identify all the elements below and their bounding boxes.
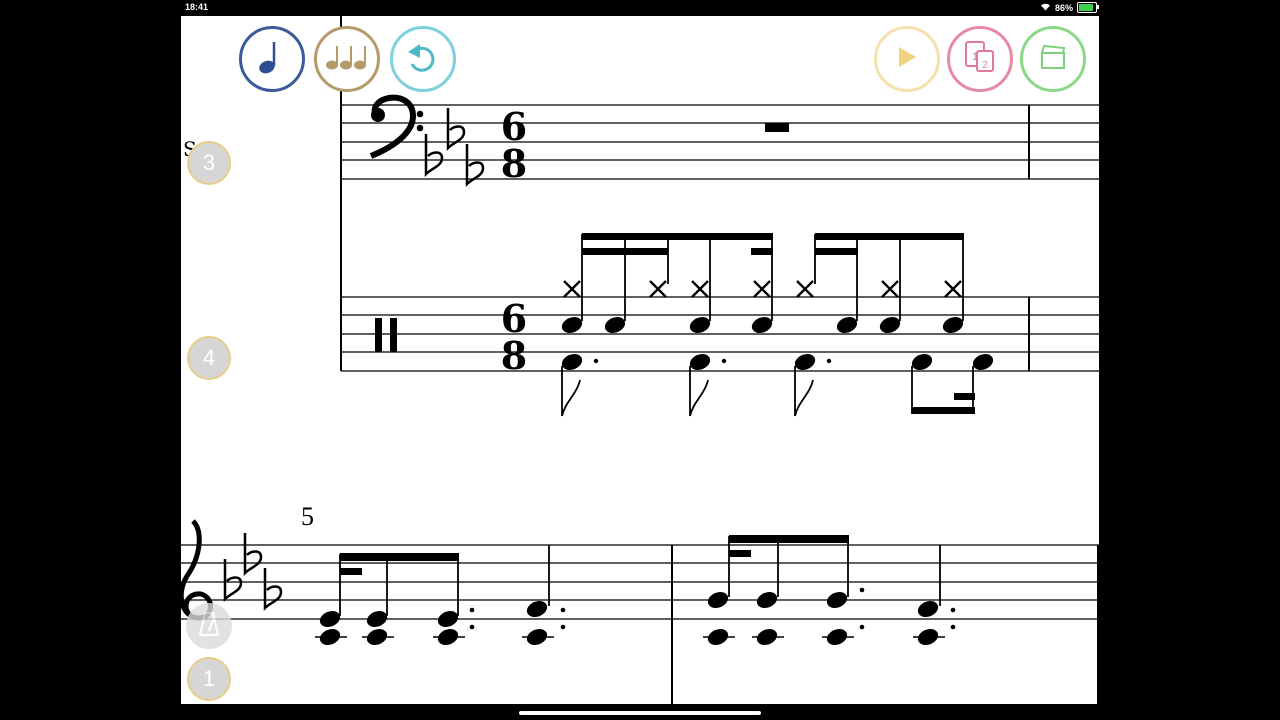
measure-b-notes[interactable] xyxy=(703,535,956,648)
system-2: 5 xyxy=(181,502,1099,704)
staff-button-label: 4 xyxy=(202,345,216,370)
time-signature-drum: 6 8 xyxy=(501,296,527,378)
clapper-button[interactable] xyxy=(1020,26,1086,92)
bass-clef-icon xyxy=(369,94,424,159)
home-indicator[interactable] xyxy=(519,711,761,715)
bass-staff[interactable]: 6 8 xyxy=(341,94,1099,186)
note-input-button[interactable] xyxy=(239,26,305,92)
staff-button-label: 1 xyxy=(202,666,216,691)
battery-percent: 86% xyxy=(1054,2,1073,13)
status-time: 18:41 xyxy=(185,2,209,12)
metronome-icon xyxy=(198,611,220,641)
drum-upper-voice[interactable] xyxy=(559,233,966,336)
pages-icon: 1 2 xyxy=(963,39,997,79)
play-icon xyxy=(896,45,918,73)
treble-staff[interactable] xyxy=(181,519,1099,704)
wifi-icon xyxy=(1040,2,1051,13)
pages-button[interactable]: 1 2 xyxy=(947,26,1013,92)
undo-arrow-icon xyxy=(406,42,440,76)
metronome-button[interactable] xyxy=(186,603,232,649)
key-signature-treble xyxy=(223,531,283,610)
svg-text:8: 8 xyxy=(501,141,527,186)
play-button[interactable] xyxy=(874,26,940,92)
staff-button-label: 3 xyxy=(202,150,216,175)
battery-icon xyxy=(1077,2,1099,13)
status-right: 86% xyxy=(1040,2,1099,13)
note-group-button[interactable] xyxy=(314,26,380,92)
time-signature-bass: 6 8 xyxy=(501,104,527,186)
svg-text:8: 8 xyxy=(501,333,527,378)
quarter-note-icon xyxy=(257,39,287,79)
score-canvas[interactable]: 6 8 6 8 S 5 xyxy=(181,16,1099,704)
undo-button[interactable] xyxy=(390,26,456,92)
clapperboard-icon xyxy=(1038,42,1068,76)
staff-button-4[interactable]: 4 xyxy=(187,336,231,380)
percussion-clef-icon xyxy=(375,318,397,352)
eighth-notes-icon xyxy=(325,42,369,76)
drum-lower-voice[interactable] xyxy=(559,351,996,417)
status-bar: 18:41 86% xyxy=(0,0,1280,15)
key-signature-flats xyxy=(424,106,485,186)
staff-button-3[interactable]: 3 xyxy=(187,141,231,185)
score-page[interactable]: 6 8 6 8 S 5 1 2 3 4 1 xyxy=(181,16,1099,704)
staff-button-1[interactable]: 1 xyxy=(187,657,231,701)
svg-text:1: 1 xyxy=(972,51,978,63)
drum-staff[interactable]: 6 8 xyxy=(341,233,1099,417)
measure-a-notes[interactable] xyxy=(315,545,566,648)
whole-rest[interactable] xyxy=(765,123,789,132)
svg-text:2: 2 xyxy=(982,60,988,71)
measure-number: 5 xyxy=(301,502,314,531)
